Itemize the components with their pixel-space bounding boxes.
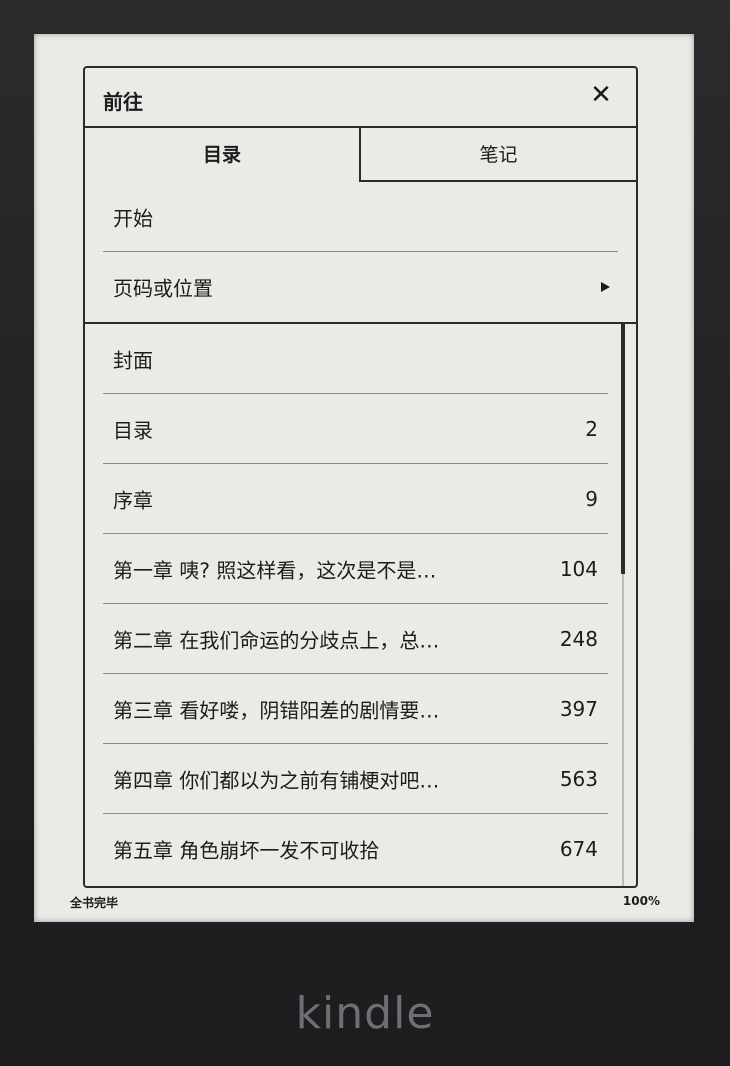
go-to-dialog: 前往 ✕ 目录 笔记 开始 页码或位置 封面 目录 2 序章 9 第一章 咦? … <box>83 66 638 888</box>
toc-item[interactable]: 第五章 角色崩坏一发不可收拾 674 <box>103 814 608 884</box>
toc-list: 封面 目录 2 序章 9 第一章 咦? 照这样看，这次是不是… 104 第二章 … <box>85 324 636 886</box>
toc-item-title: 第三章 看好喽，阴错阳差的剧情要… <box>113 698 440 722</box>
toc-item[interactable]: 第二章 在我们命运的分歧点上，总… 248 <box>103 604 608 674</box>
tab-notes[interactable]: 笔记 <box>361 128 636 182</box>
toc-item[interactable]: 第一章 咦? 照这样看，这次是不是… 104 <box>103 534 608 604</box>
toc-item[interactable]: 封面 <box>103 324 608 394</box>
toc-item[interactable]: 第三章 看好喽，阴错阳差的剧情要… 397 <box>103 674 608 744</box>
dialog-title: 前往 <box>103 90 143 114</box>
toc-item-page: 9 <box>585 486 598 511</box>
close-button[interactable]: ✕ <box>586 80 616 110</box>
kindle-device: 前往 ✕ 目录 笔记 开始 页码或位置 封面 目录 2 序章 9 第一章 咦? … <box>0 0 730 1066</box>
tab-toc[interactable]: 目录 <box>85 128 361 182</box>
toc-item-page: 104 <box>559 556 598 581</box>
toc-item-title: 序章 <box>113 488 153 512</box>
e-ink-screen: 前往 ✕ 目录 笔记 开始 页码或位置 封面 目录 2 序章 9 第一章 咦? … <box>34 34 694 922</box>
dialog-header: 前往 ✕ <box>85 68 636 128</box>
toc-item-page: 674 <box>559 837 598 861</box>
toc-item-title: 第五章 角色崩坏一发不可收拾 <box>113 838 380 863</box>
tab-bar: 目录 笔记 <box>85 128 636 182</box>
toc-item[interactable]: 第四章 你们都以为之前有铺梗对吧… 563 <box>103 744 608 814</box>
nav-item-beginning[interactable]: 开始 <box>103 182 618 252</box>
nav-item-label: 页码或位置 <box>113 276 213 301</box>
toc-item-page: 397 <box>559 696 598 721</box>
scrollbar-thumb[interactable] <box>621 324 625 574</box>
toc-item-title: 第四章 你们都以为之前有铺梗对吧… <box>113 768 440 792</box>
toc-item-title: 目录 <box>113 418 153 442</box>
toc-item[interactable]: 序章 9 <box>103 464 608 534</box>
nav-item-label: 开始 <box>113 206 153 230</box>
arrow-right-icon <box>601 282 610 292</box>
toc-item-page: 2 <box>585 416 598 441</box>
toc-item-title: 第二章 在我们命运的分歧点上，总… <box>113 628 440 652</box>
toc-item-page: 248 <box>559 626 598 651</box>
reading-status: 全书完毕 <box>70 896 119 910</box>
kindle-logo: kindle <box>295 988 435 1039</box>
toc-item-page: 563 <box>559 766 598 791</box>
toc-item[interactable]: 目录 2 <box>103 394 608 464</box>
toc-item-title: 封面 <box>113 348 153 372</box>
nav-item-page-or-location[interactable]: 页码或位置 <box>103 252 618 322</box>
toc-item-title: 第一章 咦? 照这样看，这次是不是… <box>113 558 437 582</box>
reading-progress: 100% <box>622 894 660 908</box>
